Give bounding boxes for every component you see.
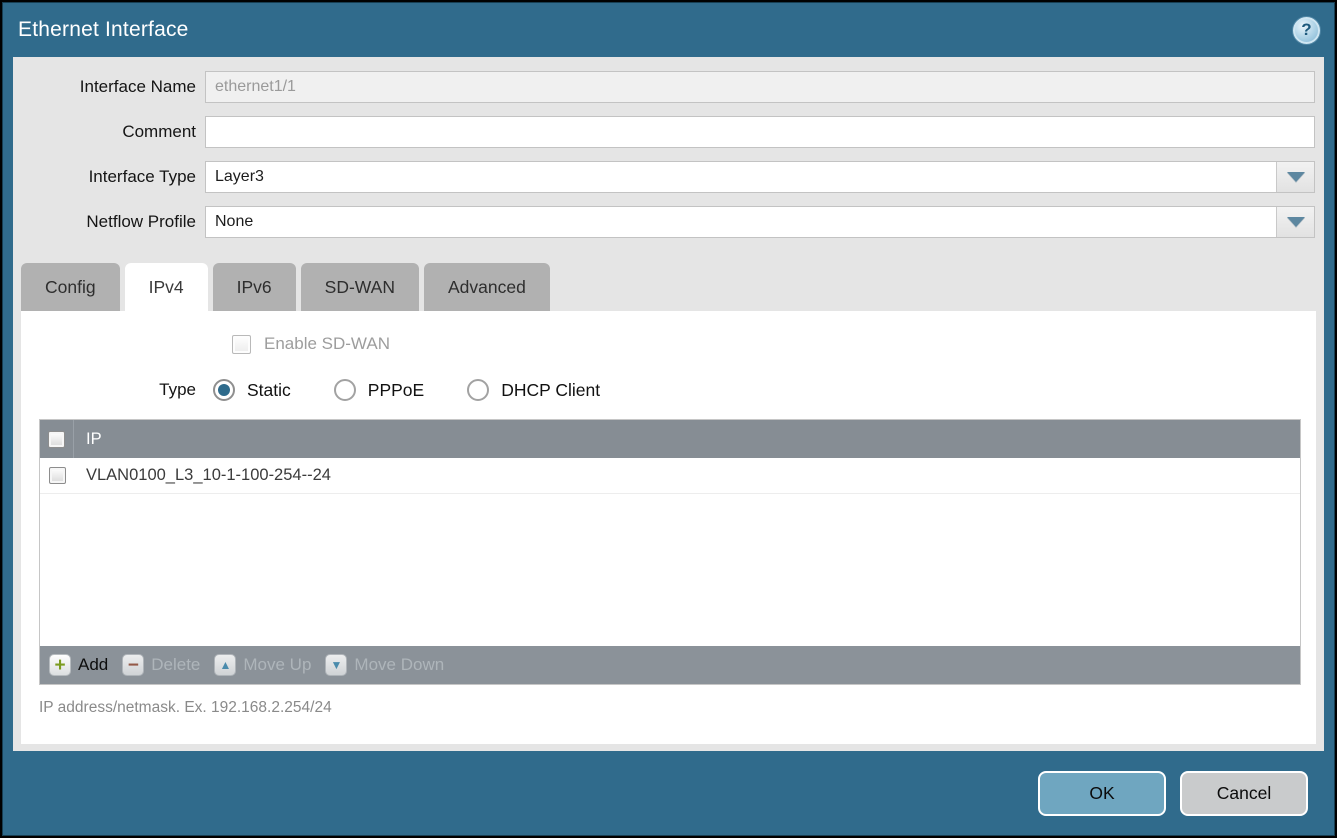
delete-button-label: Delete — [151, 655, 200, 675]
static-radio[interactable] — [213, 379, 235, 401]
cancel-button[interactable]: Cancel — [1180, 771, 1308, 816]
dhcp-client-radio-label: DHCP Client — [501, 380, 600, 401]
add-button[interactable]: + Add — [49, 654, 108, 676]
form-row-comment: Comment — [13, 116, 1324, 148]
help-icon[interactable]: ? — [1293, 17, 1320, 44]
interface-type-label: Interface Type — [13, 167, 205, 187]
tab-ipv4[interactable]: IPv4 — [125, 263, 208, 311]
table-row[interactable]: VLAN0100_L3_10-1-100-254--24 — [40, 458, 1300, 494]
add-button-label: Add — [78, 655, 108, 675]
type-radio-group: Type Static PPPoE DHCP Client — [21, 379, 1316, 401]
type-label: Type — [21, 380, 213, 400]
tab-ipv6[interactable]: IPv6 — [213, 263, 296, 311]
chevron-down-icon — [1287, 172, 1305, 182]
delete-button[interactable]: − Delete — [122, 654, 200, 676]
netflow-profile-value: None — [215, 213, 253, 231]
move-down-button[interactable]: ▼ Move Down — [325, 654, 444, 676]
ip-format-hint: IP address/netmask. Ex. 192.168.2.254/24 — [39, 699, 1316, 717]
dhcp-client-radio[interactable] — [467, 379, 489, 401]
tab-config[interactable]: Config — [21, 263, 120, 311]
ok-button[interactable]: OK — [1038, 771, 1166, 816]
comment-label: Comment — [13, 122, 205, 142]
row-checkbox-cell — [40, 458, 74, 493]
netflow-profile-dropdown[interactable]: None — [205, 206, 1315, 238]
radio-option-dhcp-client[interactable]: DHCP Client — [467, 379, 600, 401]
row-checkbox[interactable] — [49, 467, 66, 484]
dialog-title: Ethernet Interface — [18, 18, 189, 42]
ip-table-toolbar: + Add − Delete ▲ Move Up ▼ Move Down — [40, 646, 1300, 684]
select-all-checkbox[interactable] — [48, 431, 65, 448]
tab-sdwan[interactable]: SD-WAN — [301, 263, 419, 311]
move-down-button-label: Move Down — [354, 655, 444, 675]
ip-cell-value[interactable]: VLAN0100_L3_10-1-100-254--24 — [74, 466, 331, 485]
radio-option-pppoe[interactable]: PPPoE — [334, 379, 424, 401]
chevron-down-icon — [1287, 217, 1305, 227]
pppoe-radio[interactable] — [334, 379, 356, 401]
plus-icon: + — [49, 654, 71, 676]
netflow-profile-dropdown-button[interactable] — [1276, 207, 1314, 237]
interface-type-dropdown-button[interactable] — [1276, 162, 1314, 192]
tab-advanced[interactable]: Advanced — [424, 263, 550, 311]
dialog-footer: OK Cancel — [3, 751, 1334, 835]
dialog-body: Interface Name Comment Interface Type La… — [13, 57, 1324, 751]
radio-option-static[interactable]: Static — [213, 379, 291, 401]
minus-icon: − — [122, 654, 144, 676]
static-radio-label: Static — [247, 380, 291, 401]
arrow-up-icon: ▲ — [214, 654, 236, 676]
ipv4-tab-panel: Enable SD-WAN Type Static PPPoE DHCP Cli… — [21, 311, 1316, 744]
enable-sdwan-checkbox[interactable] — [232, 335, 251, 354]
ip-table-header: IP — [40, 420, 1300, 458]
enable-sdwan-label: Enable SD-WAN — [264, 334, 390, 354]
interface-type-value: Layer3 — [215, 168, 264, 186]
form-row-interface-name: Interface Name — [13, 71, 1324, 103]
ethernet-interface-dialog: Ethernet Interface ? Interface Name Comm… — [2, 2, 1335, 836]
interface-type-dropdown[interactable]: Layer3 — [205, 161, 1315, 193]
enable-sdwan-row: Enable SD-WAN — [232, 334, 1316, 354]
arrow-down-icon: ▼ — [325, 654, 347, 676]
titlebar: Ethernet Interface ? — [3, 3, 1334, 57]
interface-name-label: Interface Name — [13, 77, 205, 97]
form-row-interface-type: Interface Type Layer3 — [13, 161, 1324, 193]
comment-input[interactable] — [205, 116, 1315, 148]
ip-table-body: VLAN0100_L3_10-1-100-254--24 — [40, 458, 1300, 646]
tab-strip: Config IPv4 IPv6 SD-WAN Advanced — [13, 263, 1324, 311]
move-up-button[interactable]: ▲ Move Up — [214, 654, 311, 676]
netflow-profile-label: Netflow Profile — [13, 212, 205, 232]
interface-name-input — [205, 71, 1315, 103]
select-all-cell — [40, 420, 74, 458]
form-row-netflow-profile: Netflow Profile None — [13, 206, 1324, 238]
pppoe-radio-label: PPPoE — [368, 380, 424, 401]
move-up-button-label: Move Up — [243, 655, 311, 675]
ip-column-header: IP — [74, 430, 102, 449]
ip-table: IP VLAN0100_L3_10-1-100-254--24 + Add — [39, 419, 1301, 685]
